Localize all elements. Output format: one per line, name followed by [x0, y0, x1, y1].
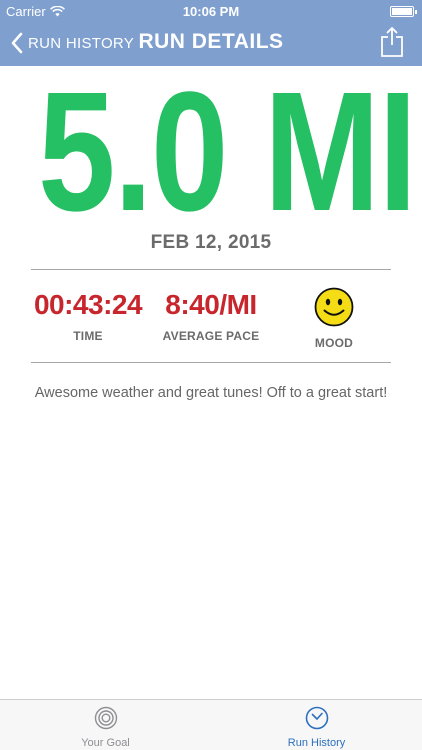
time-label: TIME [73, 329, 103, 343]
mood-label: MOOD [314, 336, 354, 350]
run-note: Awesome weather and great tunes! Off to … [34, 385, 388, 401]
status-time: 10:06 PM [182, 4, 240, 19]
distance-value: 5.0 MI [37, 57, 417, 247]
battery-icon [390, 6, 417, 17]
tab-label: Run History [287, 737, 346, 749]
tab-run-history[interactable]: Run History [211, 706, 422, 749]
tab-bar: Your Goal Run History [0, 699, 422, 750]
stat-pace: 8:40/MI AVERAGE PACE [146, 285, 276, 343]
pace-label: AVERAGE PACE [162, 329, 260, 343]
tab-your-goal[interactable]: Your Goal [0, 706, 211, 749]
divider [31, 362, 391, 363]
time-value: 00:43:24 [33, 289, 143, 320]
share-icon [381, 26, 403, 57]
pace-value: 8:40/MI [165, 289, 257, 320]
stat-mood: MOOD [269, 285, 399, 350]
stat-time: 00:43:24 TIME [23, 285, 153, 343]
clock-icon [305, 706, 328, 730]
page-title: RUN DETAILS [138, 30, 284, 53]
target-icon [94, 706, 117, 730]
smiley-face-icon [314, 287, 354, 327]
tab-label: Your Goal [81, 737, 130, 749]
run-date: FEB 12, 2015 [150, 232, 272, 253]
divider [31, 269, 391, 270]
status-bar: Carrier 10:06 PM [0, 0, 422, 22]
